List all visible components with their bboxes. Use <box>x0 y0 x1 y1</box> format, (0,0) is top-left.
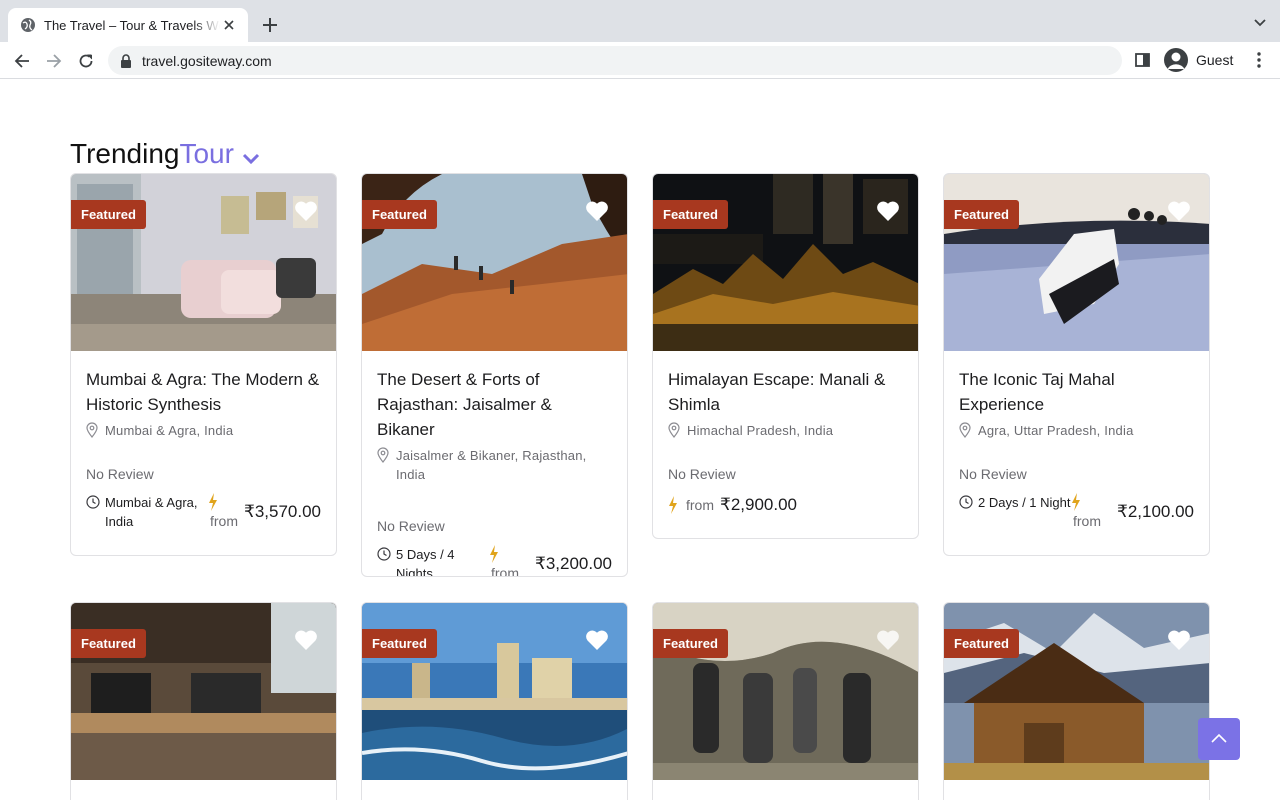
heart-icon[interactable] <box>1167 629 1191 651</box>
price-prefix: from <box>1073 513 1101 529</box>
featured-badge: Featured <box>71 200 146 229</box>
featured-badge: Featured <box>653 200 728 229</box>
tour-title[interactable]: The Iconic Taj Mahal Experience <box>959 367 1194 417</box>
chevron-down-icon[interactable] <box>1252 14 1268 30</box>
price-prefix: from <box>686 497 714 513</box>
tour-card[interactable]: Featured The Desert & Forts of Rajasthan… <box>361 173 628 577</box>
tour-card[interactable]: Featured <box>70 602 337 800</box>
globe-icon <box>20 17 36 33</box>
tour-title[interactable]: The Desert & Forts of Rajasthan: Jaisalm… <box>377 367 612 442</box>
price-prefix: from <box>491 565 519 577</box>
tour-price: ₹2,900.00 <box>720 495 797 514</box>
heart-icon[interactable] <box>876 200 900 222</box>
heart-icon[interactable] <box>585 200 609 222</box>
review-status: No Review <box>668 466 736 482</box>
map-pin-icon <box>377 447 389 463</box>
tour-image[interactable]: Featured <box>362 603 627 780</box>
address-bar[interactable]: travel.gositeway.com <box>108 46 1122 75</box>
tour-image[interactable]: Featured <box>71 603 336 780</box>
browser-tab-strip: The Travel – Tour & Travels We <box>0 0 1280 42</box>
clock-icon <box>959 495 973 509</box>
tour-location: Agra, Uttar Pradesh, India <box>978 423 1134 438</box>
close-icon[interactable] <box>220 16 238 34</box>
map-pin-icon <box>959 422 971 438</box>
section-title: Trending <box>70 138 180 169</box>
tour-card[interactable]: Featured The Iconic Taj Mahal Experience… <box>943 173 1210 556</box>
forward-icon[interactable] <box>43 50 65 72</box>
featured-badge: Featured <box>71 629 146 658</box>
avatar-icon <box>1164 48 1188 72</box>
tour-image[interactable]: Featured <box>653 174 918 351</box>
tour-price: ₹2,100.00 <box>1117 502 1194 521</box>
tour-card[interactable]: Featured <box>652 602 919 800</box>
lightning-icon <box>208 493 218 511</box>
scroll-to-top-button[interactable] <box>1198 718 1240 760</box>
url-text[interactable]: travel.gositeway.com <box>142 53 272 69</box>
price-prefix: from <box>210 513 238 529</box>
chevron-up-icon <box>1211 730 1227 748</box>
tour-title[interactable]: Himalayan Escape: Manali & Shimla <box>668 367 903 417</box>
heart-icon[interactable] <box>876 629 900 651</box>
review-status: No Review <box>377 518 445 534</box>
back-icon[interactable] <box>11 50 33 72</box>
reload-icon[interactable] <box>75 50 97 72</box>
tab-title: The Travel – Tour & Travels We <box>44 17 220 33</box>
heart-icon[interactable] <box>1167 200 1191 222</box>
featured-badge: Featured <box>362 629 437 658</box>
tour-image[interactable]: Featured <box>944 174 1209 351</box>
clock-icon <box>377 547 391 561</box>
tour-duration: 5 Days / 4 Nights <box>396 547 455 577</box>
tour-price: ₹3,570.00 <box>244 502 321 521</box>
browser-tab[interactable]: The Travel – Tour & Travels We <box>8 8 248 42</box>
lightning-icon <box>1071 493 1081 511</box>
tour-card[interactable]: Featured <box>943 602 1210 800</box>
clock-icon <box>86 495 100 509</box>
review-status: No Review <box>959 466 1027 482</box>
lightning-icon <box>668 496 678 514</box>
chevron-down-icon[interactable] <box>242 152 260 165</box>
tour-card[interactable]: Featured <box>361 602 628 800</box>
heart-icon[interactable] <box>294 629 318 651</box>
featured-badge: Featured <box>653 629 728 658</box>
tour-image[interactable]: Featured <box>362 174 627 351</box>
menu-icon[interactable] <box>1250 51 1268 69</box>
profile-button[interactable]: Guest <box>1162 46 1240 74</box>
map-pin-icon <box>668 422 680 438</box>
tour-location: Jaisalmer & Bikaner, Rajasthan, India <box>396 448 587 482</box>
new-tab-button[interactable] <box>258 13 282 37</box>
tour-duration: Mumbai & Agra, India <box>105 495 198 529</box>
tour-image[interactable]: Featured <box>653 603 918 780</box>
browser-toolbar: travel.gositeway.com Guest <box>0 42 1280 79</box>
tour-title[interactable]: Mumbai & Agra: The Modern & Historic Syn… <box>86 367 321 417</box>
tour-image[interactable]: Featured <box>944 603 1209 780</box>
tour-card[interactable]: Featured Mumbai & Agra: The Modern & His… <box>70 173 337 556</box>
review-status: No Review <box>86 466 154 482</box>
side-panel-icon[interactable] <box>1134 51 1152 69</box>
lightning-icon <box>489 545 499 563</box>
heart-icon[interactable] <box>585 629 609 651</box>
tour-card[interactable]: Featured Himalayan Escape: Manali & Shim… <box>652 173 919 539</box>
tour-location: Himachal Pradesh, India <box>687 423 834 438</box>
featured-badge: Featured <box>944 200 1019 229</box>
profile-name: Guest <box>1196 52 1234 68</box>
featured-badge: Featured <box>944 629 1019 658</box>
heart-icon[interactable] <box>294 200 318 222</box>
tour-duration: 2 Days / 1 Night <box>978 495 1071 510</box>
map-pin-icon <box>86 422 98 438</box>
tour-price: ₹3,200.00 <box>535 554 612 573</box>
lock-icon[interactable] <box>120 53 132 68</box>
tour-image[interactable]: Featured <box>71 174 336 351</box>
section-heading: Trending Tour <box>70 132 260 170</box>
tour-location: Mumbai & Agra, India <box>105 423 234 438</box>
featured-badge: Featured <box>362 200 437 229</box>
section-title-accent[interactable]: Tour <box>179 138 233 170</box>
